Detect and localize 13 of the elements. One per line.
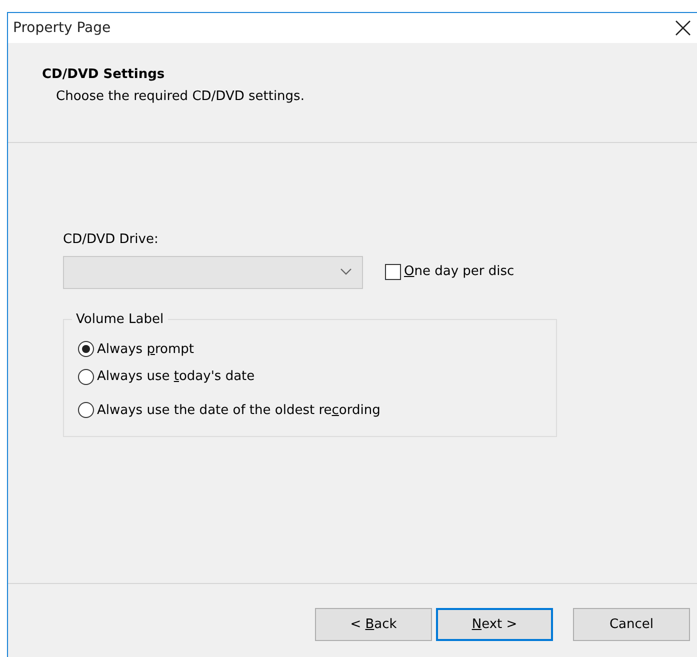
wizard-button[interactable]: < Back [315,608,432,641]
page-description: Choose the required CD/DVD settings. [55,88,306,106]
one-day-per-disc-checkbox[interactable]: One day per disc [385,262,514,282]
wizard-button[interactable]: Cancel [573,608,690,641]
volume-label-radio[interactable]: Always use the date of the oldest recording [78,400,380,420]
page-heading: CD/DVD Settings [42,66,166,84]
drive-label: CD/DVD Drive: [63,231,160,249]
close-icon[interactable] [675,20,691,36]
wizard-button[interactable]: Next > [436,608,553,641]
volume-label-radio[interactable]: Always use today's date [78,367,255,386]
window-title: Property Page [13,18,111,38]
volume-label-radio[interactable]: Always prompt [78,340,194,359]
chevron-down-icon [340,268,352,276]
